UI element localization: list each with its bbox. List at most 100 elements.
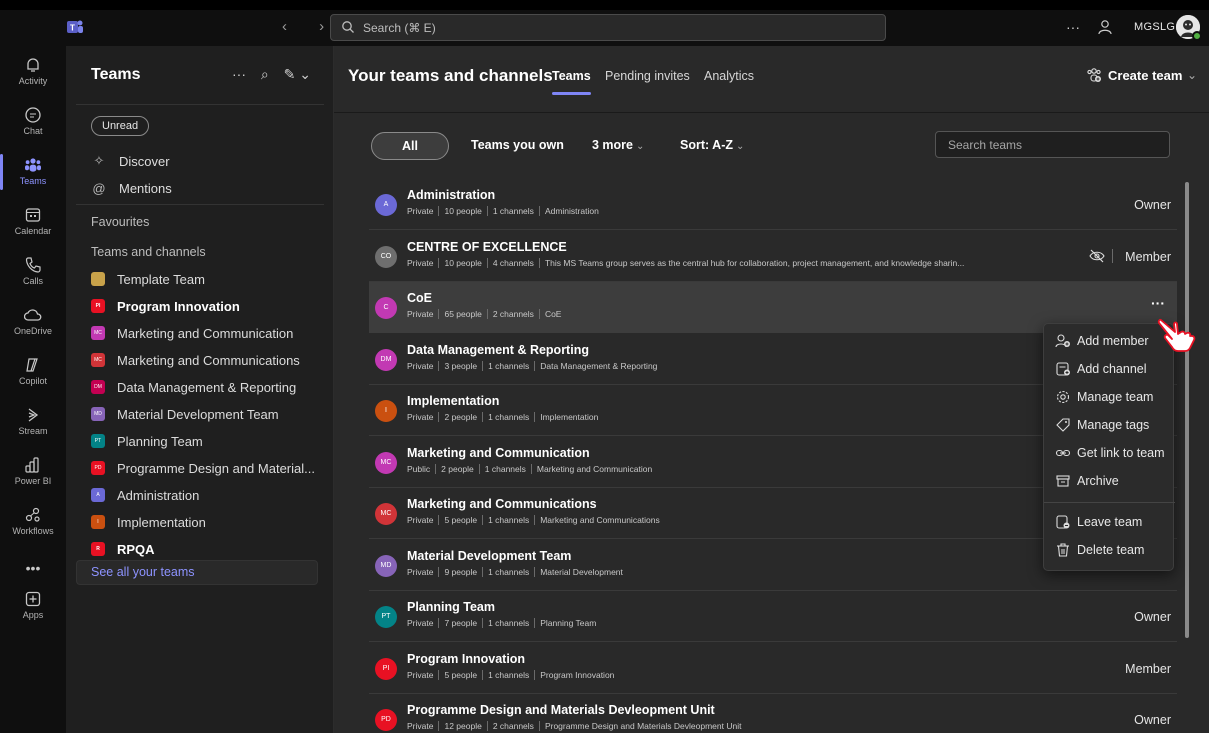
menu-manage-tags[interactable]: Manage tags bbox=[1044, 411, 1175, 439]
create-team-button[interactable]: Create team bbox=[1086, 67, 1182, 83]
mentions-item[interactable]: @ Mentions bbox=[91, 177, 171, 199]
phone-icon bbox=[25, 257, 41, 273]
sidebar-team-item[interactable]: MD Material Development Team bbox=[91, 403, 279, 425]
rail-apps[interactable]: Apps bbox=[0, 584, 66, 630]
discover-item[interactable]: ✧ Discover bbox=[91, 150, 170, 172]
team-avatar-icon: I bbox=[91, 515, 105, 529]
rail-powerbi[interactable]: Power BI bbox=[0, 450, 66, 496]
rail-onedrive[interactable]: OneDrive bbox=[0, 300, 66, 346]
team-meta-channels: 1 channels bbox=[486, 206, 539, 216]
tab-pending-invites[interactable]: Pending invites bbox=[605, 69, 690, 83]
menu-archive[interactable]: Archive bbox=[1044, 467, 1175, 495]
sidebar-team-item[interactable]: DM Data Management & Reporting bbox=[91, 376, 296, 398]
rail-label: Workflows bbox=[12, 526, 54, 536]
unread-filter-chip[interactable]: Unread bbox=[91, 116, 150, 136]
team-name[interactable]: Implementation bbox=[407, 394, 499, 408]
team-meta-channels: 1 channels bbox=[478, 463, 531, 474]
team-meta-people: 3 people bbox=[438, 360, 483, 371]
rail-stream[interactable]: Stream bbox=[0, 400, 66, 446]
team-meta-channels: 1 channels bbox=[482, 360, 535, 371]
filter-teams-you-own[interactable]: Teams you own bbox=[471, 138, 564, 152]
sidebar-team-item[interactable]: Template Team bbox=[91, 268, 205, 290]
team-avatar: MD bbox=[375, 554, 397, 577]
sidebar-team-item[interactable]: PD Programme Design and Material... bbox=[91, 457, 315, 479]
search-icon[interactable]: ⌕ bbox=[261, 66, 269, 82]
team-search-input[interactable] bbox=[936, 132, 1169, 157]
menu-label: Get link to team bbox=[1077, 446, 1165, 460]
compose-icon[interactable]: ✎ ⌄ bbox=[284, 66, 311, 82]
rail-more-button[interactable]: ••• bbox=[0, 560, 66, 576]
more-options-icon[interactable]: ··· bbox=[232, 66, 246, 82]
eye-off-icon[interactable] bbox=[1089, 248, 1105, 264]
team-meta-desc: Material Development bbox=[534, 566, 628, 577]
filter-all-button[interactable]: All bbox=[371, 132, 449, 160]
menu-get-link[interactable]: Get link to team bbox=[1044, 439, 1175, 467]
create-team-dropdown-chevron-icon[interactable]: ⌄ bbox=[1187, 68, 1197, 82]
user-avatar[interactable] bbox=[1176, 15, 1202, 41]
team-name[interactable]: Planning Team bbox=[407, 600, 495, 614]
sidebar-team-item[interactable]: R RPQA bbox=[91, 538, 155, 560]
calendar-icon bbox=[25, 208, 41, 222]
teams-logo-icon[interactable]: T bbox=[66, 18, 84, 36]
team-name[interactable]: CENTRE OF EXCELLENCE bbox=[407, 240, 567, 254]
tab-teams[interactable]: Teams bbox=[552, 69, 591, 95]
team-avatar-icon: DM bbox=[91, 380, 105, 394]
team-search-box[interactable] bbox=[935, 131, 1170, 158]
team-name[interactable]: CoE bbox=[407, 291, 432, 305]
favourites-section[interactable]: Favourites bbox=[91, 215, 149, 229]
team-meta: Private 7 people 1 channels Planning Team bbox=[407, 618, 602, 628]
people-icon[interactable] bbox=[1096, 18, 1114, 36]
sidebar-team-label: Marketing and Communications bbox=[117, 352, 300, 368]
menu-add-channel[interactable]: Add channel bbox=[1044, 355, 1175, 383]
menu-manage-team[interactable]: Manage team bbox=[1044, 383, 1175, 411]
rail-teams[interactable]: Teams bbox=[0, 150, 66, 196]
team-more-options-button[interactable]: ··· bbox=[1151, 295, 1165, 311]
create-team-icon bbox=[1087, 68, 1101, 82]
rail-workflows[interactable]: Workflows bbox=[0, 500, 66, 546]
teams-and-channels-section[interactable]: Teams and channels bbox=[91, 245, 206, 259]
team-meta-privacy: Public bbox=[407, 463, 431, 474]
global-search-input[interactable] bbox=[363, 18, 863, 37]
team-name[interactable]: Data Management & Reporting bbox=[407, 343, 589, 357]
team-role: Owner bbox=[1134, 713, 1171, 727]
see-all-teams-link[interactable]: See all your teams bbox=[76, 560, 318, 585]
team-row[interactable]: PI Program Innovation Private 5 people 1 cha… bbox=[369, 643, 1177, 694]
team-row[interactable]: PT Planning Team Private 7 people 1 channels… bbox=[369, 591, 1177, 642]
team-name[interactable]: Material Development Team bbox=[407, 549, 571, 563]
rail-calls[interactable]: Calls bbox=[0, 250, 66, 296]
sidebar-team-item[interactable]: MC Marketing and Communication bbox=[91, 322, 293, 344]
sidebar-team-item[interactable]: PT Planning Team bbox=[91, 430, 203, 452]
team-name[interactable]: Programme Design and Materials Devleopme… bbox=[407, 703, 715, 717]
team-meta-people: 2 people bbox=[435, 463, 479, 474]
rail-activity[interactable]: Activity bbox=[0, 50, 66, 96]
team-name[interactable]: Program Innovation bbox=[407, 652, 525, 666]
rail-label: Stream bbox=[18, 426, 48, 436]
tab-analytics[interactable]: Analytics bbox=[704, 69, 754, 83]
menu-delete-team[interactable]: Delete team bbox=[1044, 536, 1175, 564]
person-add-icon bbox=[1055, 334, 1070, 348]
rail-chat[interactable]: Chat bbox=[0, 100, 66, 146]
chevron-down-icon: ⌄ bbox=[736, 141, 745, 152]
sidebar-team-item[interactable]: A Administration bbox=[91, 484, 199, 506]
rail-calendar[interactable]: Calendar bbox=[0, 200, 66, 246]
team-name[interactable]: Marketing and Communications bbox=[407, 497, 597, 511]
team-name[interactable]: Administration bbox=[407, 188, 495, 202]
sort-dropdown[interactable]: Sort: A-Z ⌄ bbox=[680, 138, 744, 152]
sidebar-team-item[interactable]: PI Program Innovation bbox=[91, 295, 240, 317]
sidebar-team-item[interactable]: I Implementation bbox=[91, 511, 206, 533]
rail-copilot[interactable]: Copilot bbox=[0, 350, 66, 396]
team-name[interactable]: Marketing and Communication bbox=[407, 446, 590, 460]
pointer-hand-cursor-icon bbox=[1157, 318, 1196, 352]
sidebar-team-item[interactable]: MC Marketing and Communications bbox=[91, 349, 300, 371]
menu-leave-team[interactable]: Leave team bbox=[1044, 508, 1175, 536]
team-meta-desc: Marketing and Communications bbox=[534, 515, 665, 525]
menu-add-member[interactable]: Add member bbox=[1044, 327, 1175, 355]
team-row[interactable]: A Administration Private 10 people 1 channel… bbox=[369, 179, 1177, 230]
global-search-box[interactable] bbox=[330, 14, 886, 41]
titlebar-more-button[interactable]: ··· bbox=[1066, 19, 1080, 35]
team-row[interactable]: PD Programme Design and Materials Devleop… bbox=[369, 694, 1177, 733]
filter-more-dropdown[interactable]: 3 more ⌄ bbox=[592, 138, 644, 152]
scrollbar[interactable] bbox=[1185, 182, 1189, 638]
org-name[interactable]: MGSLG bbox=[1134, 21, 1175, 33]
team-row[interactable]: CO CENTRE OF EXCELLENCE Private 10 people 4 … bbox=[369, 231, 1177, 282]
